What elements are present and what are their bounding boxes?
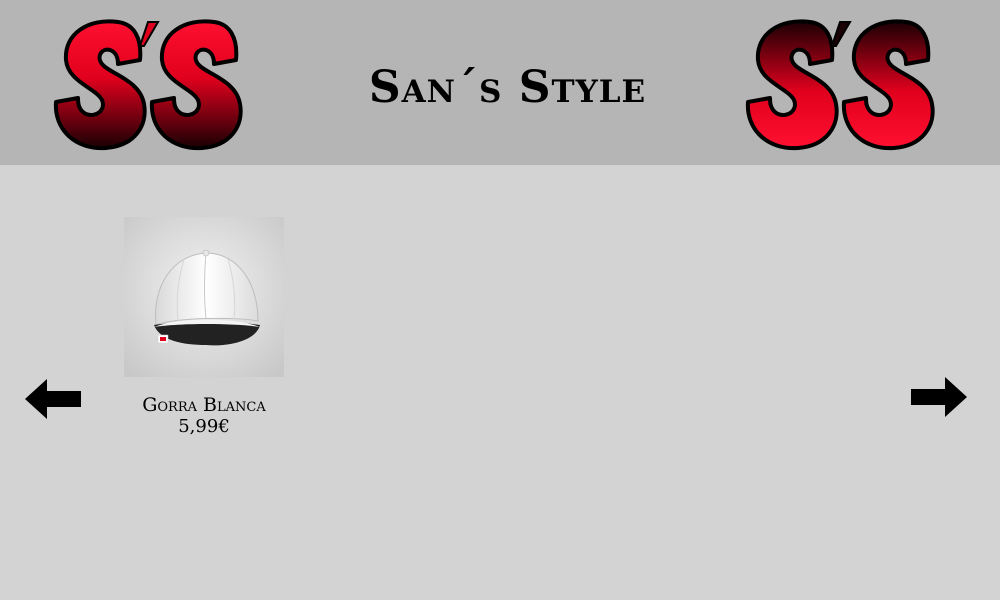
site-logo-right[interactable] <box>740 12 940 158</box>
site-logo-left[interactable] <box>48 12 248 158</box>
page: San´s Style Gorra Blanca 5,99€ <box>0 0 1000 600</box>
white-cap-image[interactable] <box>124 217 284 377</box>
arrow-left-icon[interactable] <box>23 377 83 421</box>
product-name: Gorra Blanca <box>142 394 266 416</box>
product-carousel: Gorra Blanca 5,99€ <box>0 165 1000 600</box>
product-card[interactable]: Gorra Blanca 5,99€ <box>114 217 294 438</box>
site-header: San´s Style <box>0 0 1000 165</box>
product-price: 5,99€ <box>178 416 230 437</box>
arrow-right-icon[interactable] <box>909 375 969 419</box>
site-title: San´s Style <box>368 62 647 113</box>
